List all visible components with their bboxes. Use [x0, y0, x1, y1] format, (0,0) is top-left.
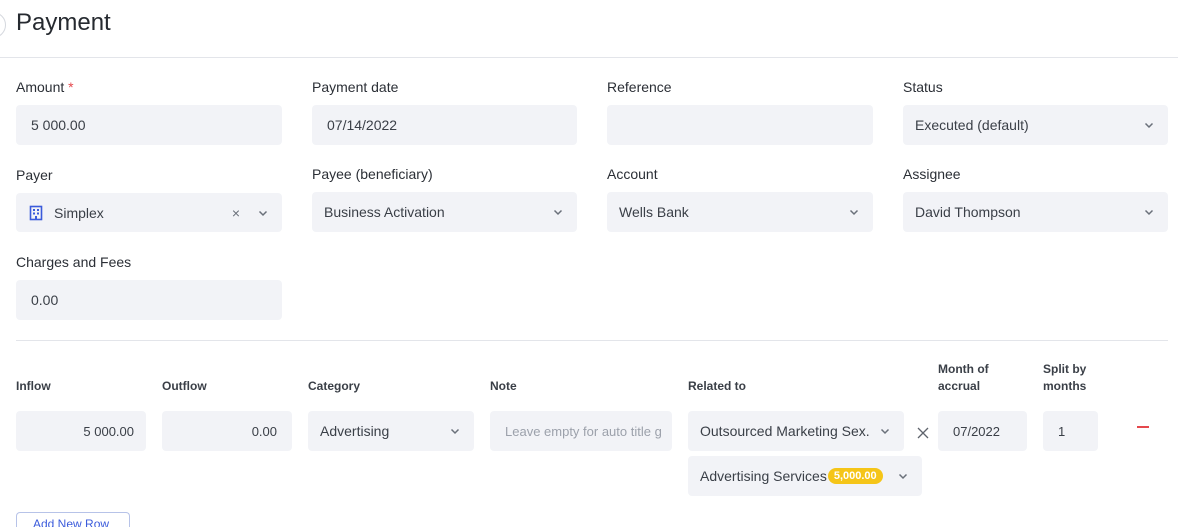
category-header: Category [308, 379, 361, 393]
status-select[interactable]: Executed (default) [903, 105, 1168, 145]
remove-row-icon[interactable] [1137, 426, 1149, 428]
amount-input[interactable]: 5 000.00 [16, 105, 282, 145]
split-by-months-value: 1 [1058, 423, 1066, 439]
inflow-header: Inflow [16, 379, 51, 393]
category-select[interactable]: Advertising [308, 411, 474, 451]
month-of-accrual-header-line2: accrual [938, 379, 981, 393]
chevron-down-icon [448, 424, 462, 438]
required-mark: * [68, 79, 74, 95]
amount-label-text: Amount [16, 79, 65, 95]
payment-date-value: 07/14/2022 [327, 117, 398, 133]
assignee-label: Assignee [903, 166, 961, 182]
category-value: Advertising [320, 423, 390, 439]
chevron-down-icon [878, 424, 892, 438]
account-value: Wells Bank [619, 204, 689, 220]
account-select[interactable]: Wells Bank [607, 192, 873, 232]
back-button[interactable] [0, 12, 6, 38]
outflow-input[interactable]: 0.00 [162, 411, 292, 451]
related-to-header: Related to [688, 379, 747, 393]
related-sub-select[interactable]: Advertising Services 5,000.00 [688, 456, 922, 496]
charges-label: Charges and Fees [16, 254, 132, 270]
payer-select[interactable]: Simplex × [16, 193, 282, 232]
related-to-value: Outsourced Marketing Sex. [700, 423, 870, 439]
header-divider [0, 57, 1178, 58]
payment-date-input[interactable]: 07/14/2022 [312, 105, 577, 145]
note-header: Note [490, 379, 517, 393]
reference-label: Reference [607, 79, 672, 95]
amount-badge: 5,000.00 [827, 468, 883, 484]
add-new-row-label: Add New Row [33, 517, 110, 527]
payer-label: Payer [16, 167, 53, 183]
split-by-months-input[interactable]: 1 [1043, 411, 1098, 451]
assignee-value: David Thompson [915, 204, 1021, 220]
note-placeholder: Leave empty for auto title g [505, 423, 662, 439]
month-of-accrual-value: 07/2022 [953, 423, 1000, 439]
payee-label: Payee (beneficiary) [312, 166, 433, 182]
page-title: Payment [16, 9, 111, 36]
related-sub-value: Advertising Services [700, 468, 827, 484]
payer-value: Simplex [54, 204, 104, 221]
reference-input[interactable] [607, 105, 873, 145]
section-divider [16, 340, 1168, 341]
chevron-down-icon [896, 469, 910, 483]
month-of-accrual-header: Month of accrual [938, 361, 989, 395]
amount-value: 5 000.00 [31, 117, 86, 133]
split-by-months-header: Split by months [1043, 361, 1086, 395]
related-to-select[interactable]: Outsourced Marketing Sex. [688, 411, 904, 451]
inflow-input[interactable]: 5 000.00 [16, 411, 146, 451]
charges-value: 0.00 [31, 292, 59, 308]
clear-icon[interactable]: × [232, 205, 240, 221]
status-value: Executed (default) [915, 117, 1029, 133]
chevron-down-icon [551, 205, 565, 219]
month-of-accrual-header-line1: Month of [938, 362, 989, 376]
inflow-value: 5 000.00 [83, 423, 134, 439]
outflow-value: 0.00 [251, 423, 277, 439]
charges-input[interactable]: 0.00 [16, 280, 282, 320]
payee-select[interactable]: Business Activation [312, 192, 577, 232]
split-by-months-header-line2: months [1043, 379, 1087, 393]
split-by-months-header-line1: Split by [1043, 362, 1087, 376]
status-label: Status [903, 79, 943, 95]
note-input[interactable]: Leave empty for auto title g [490, 411, 672, 451]
chevron-down-icon [256, 206, 270, 220]
payee-value: Business Activation [324, 204, 445, 220]
assignee-select[interactable]: David Thompson [903, 192, 1168, 232]
payment-date-label: Payment date [312, 79, 399, 95]
chevron-down-icon [1142, 118, 1156, 132]
outflow-header: Outflow [162, 379, 207, 393]
chevron-down-icon [1142, 205, 1156, 219]
amount-label: Amount * [16, 79, 74, 95]
add-new-row-button[interactable]: Add New Row [16, 512, 130, 527]
building-icon [28, 205, 44, 221]
remove-related-icon[interactable] [917, 426, 929, 444]
chevron-down-icon [847, 205, 861, 219]
account-label: Account [607, 166, 658, 182]
month-of-accrual-input[interactable]: 07/2022 [938, 411, 1027, 451]
